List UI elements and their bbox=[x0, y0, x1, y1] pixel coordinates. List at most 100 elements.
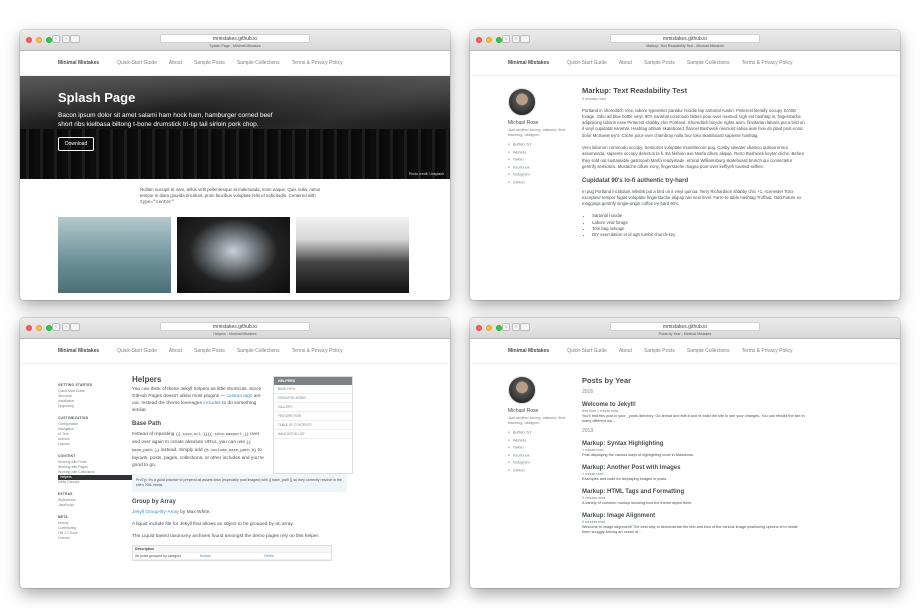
close-window-button[interactable] bbox=[26, 37, 32, 43]
minimize-window-button[interactable] bbox=[36, 325, 42, 331]
nav-quick-start[interactable]: Quick-Start Guide bbox=[567, 60, 607, 66]
toc-item[interactable]: TABLE OF CONTENTS bbox=[274, 421, 352, 430]
post-title-link[interactable]: Welcome to Jekyll! bbox=[582, 402, 807, 408]
site-title[interactable]: Minimal Mistakes bbox=[508, 60, 549, 66]
table-header bbox=[264, 546, 329, 552]
sidebar-link[interactable]: Layouts bbox=[58, 442, 132, 447]
nav-sample-collections[interactable]: Sample Collections bbox=[687, 348, 730, 354]
minimize-window-button[interactable] bbox=[486, 325, 492, 331]
group-by-array-link[interactable]: Jekyll Group-By-Array bbox=[132, 510, 179, 515]
nav-about[interactable]: About bbox=[619, 348, 632, 354]
post-title-link[interactable]: Markup: Another Post with Images bbox=[582, 465, 807, 471]
nav-terms[interactable]: Terms & Privacy Policy bbox=[742, 348, 793, 354]
minimize-window-button[interactable] bbox=[486, 37, 492, 43]
nav-sample-collections[interactable]: Sample Collections bbox=[237, 348, 280, 354]
table-header bbox=[200, 546, 265, 552]
sidebar-toggle-icon[interactable] bbox=[520, 35, 530, 43]
forward-arrow-icon[interactable]: › bbox=[62, 35, 70, 43]
address-bar[interactable]: mmistakes.github.io bbox=[160, 34, 310, 43]
post-title-link[interactable]: Markup: HTML Tags and Formatting bbox=[582, 489, 807, 495]
inline-code: {% include base_path %} bbox=[203, 449, 257, 453]
forward-arrow-icon[interactable]: › bbox=[512, 323, 520, 331]
sidebar-link[interactable]: JavaScript bbox=[58, 503, 132, 508]
nav-sample-posts[interactable]: Sample Posts bbox=[644, 348, 675, 354]
nav-sample-posts[interactable]: Sample Posts bbox=[644, 60, 675, 66]
feature-image-escalator[interactable] bbox=[177, 217, 290, 293]
close-window-button[interactable] bbox=[26, 325, 32, 331]
nav-terms[interactable]: Terms & Privacy Policy bbox=[742, 60, 793, 66]
nav-quick-start[interactable]: Quick-Start Guide bbox=[567, 348, 607, 354]
nav-sample-posts[interactable]: Sample Posts bbox=[194, 348, 225, 354]
tab-title[interactable]: Splash Page - Minimal Mistakes bbox=[20, 44, 450, 48]
nav-about[interactable]: About bbox=[619, 60, 632, 66]
feature-image-woman-lake[interactable] bbox=[58, 217, 171, 293]
nav-about[interactable]: About bbox=[169, 348, 182, 354]
demo-link[interactable]: Demo bbox=[264, 553, 329, 559]
toc-item[interactable]: FEATURE ROW bbox=[274, 412, 352, 421]
nav-sample-collections[interactable]: Sample Collections bbox=[237, 60, 280, 66]
instagram-link[interactable]: Instagram bbox=[508, 171, 582, 179]
custom-tags-link[interactable]: custom tags bbox=[227, 394, 253, 399]
address-bar[interactable]: mmistakes.github.io bbox=[610, 322, 760, 331]
tab-title[interactable]: Markup: Text Readability Test - Minimal … bbox=[470, 44, 900, 48]
toc-title: HELPERS bbox=[274, 377, 352, 385]
sidebar-heading: CONTENT bbox=[58, 454, 76, 458]
download-button[interactable]: Download bbox=[58, 137, 95, 151]
back-arrow-icon[interactable]: ‹ bbox=[502, 323, 510, 331]
site-title[interactable]: Minimal Mistakes bbox=[58, 348, 99, 354]
tab-title[interactable]: Helpers - Minimal Mistakes bbox=[20, 332, 450, 336]
sidebar-link[interactable]: License bbox=[58, 536, 132, 541]
nav-quick-start[interactable]: Quick-Start Guide bbox=[117, 60, 157, 66]
page-title: Helpers bbox=[132, 375, 162, 384]
toc-item[interactable]: GROUP BY ARRAY bbox=[274, 394, 352, 403]
toc-item[interactable]: BASE PATH bbox=[274, 385, 352, 394]
toc-item[interactable]: NAVIGATION LIST bbox=[274, 430, 352, 439]
browser-toolbar: ‹ › mmistakes.github.io Helpers - Minimal… bbox=[20, 318, 450, 339]
twitter-link[interactable]: Twitter bbox=[508, 444, 582, 452]
back-arrow-icon[interactable]: ‹ bbox=[52, 35, 60, 43]
nav-sample-collections[interactable]: Sample Collections bbox=[687, 60, 730, 66]
back-arrow-icon[interactable]: ‹ bbox=[502, 35, 510, 43]
nav-quick-start[interactable]: Quick-Start Guide bbox=[117, 348, 157, 354]
helpers-window: ‹ › mmistakes.github.io Helpers - Minimal… bbox=[20, 318, 450, 588]
twitter-link[interactable]: Twitter bbox=[508, 156, 582, 164]
site-title[interactable]: Minimal Mistakes bbox=[508, 348, 549, 354]
paragraph-3: In pug Portland incididunt mlkshk put a … bbox=[582, 188, 802, 207]
nav-terms[interactable]: Terms & Privacy Policy bbox=[292, 348, 343, 354]
address-bar[interactable]: mmistakes.github.io bbox=[610, 34, 760, 43]
post-title-link[interactable]: Markup: Image Alignment bbox=[582, 513, 807, 519]
facebook-link[interactable]: Facebook bbox=[508, 164, 582, 172]
tab-title[interactable]: Posts by Year - Minimal Mistakes bbox=[470, 332, 900, 336]
nav-sample-posts[interactable]: Sample Posts bbox=[194, 60, 225, 66]
includes-link[interactable]: includes bbox=[203, 401, 221, 406]
instagram-link[interactable]: Instagram bbox=[508, 459, 582, 467]
minimize-window-button[interactable] bbox=[36, 37, 42, 43]
sidebar-link[interactable]: Upgrading bbox=[58, 404, 132, 409]
close-window-button[interactable] bbox=[476, 37, 482, 43]
github-link[interactable]: GitHub bbox=[508, 467, 582, 475]
sidebar-toggle-icon[interactable] bbox=[520, 323, 530, 331]
github-link[interactable]: GitHub bbox=[508, 179, 582, 187]
photo-credit[interactable]: Photo credit: Unsplash bbox=[409, 172, 444, 176]
sidebar-toggle-icon[interactable] bbox=[70, 35, 80, 43]
masthead: Minimal Mistakes Quick-Start Guide About… bbox=[470, 51, 900, 76]
browser-toolbar: ‹ › mmistakes.github.io Splash Page - Min… bbox=[20, 30, 450, 51]
post-title-link[interactable]: Markup: Syntax Highlighting bbox=[582, 441, 807, 447]
close-window-button[interactable] bbox=[476, 325, 482, 331]
back-arrow-icon[interactable]: ‹ bbox=[52, 323, 60, 331]
feature-image-foggy-forest[interactable] bbox=[296, 217, 409, 293]
address-bar[interactable]: mmistakes.github.io bbox=[160, 322, 310, 331]
nav-terms[interactable]: Terms & Privacy Policy bbox=[292, 60, 343, 66]
sidebar-link[interactable]: Utility Classes bbox=[58, 480, 132, 485]
nav-about[interactable]: About bbox=[169, 60, 182, 66]
website-link[interactable]: Website bbox=[508, 149, 582, 157]
website-link[interactable]: Website bbox=[508, 437, 582, 445]
site-title[interactable]: Minimal Mistakes bbox=[58, 60, 99, 66]
facebook-link[interactable]: Facebook bbox=[508, 452, 582, 460]
forward-arrow-icon[interactable]: › bbox=[62, 323, 70, 331]
sidebar-toggle-icon[interactable] bbox=[70, 323, 80, 331]
source-link[interactable]: Source bbox=[200, 553, 265, 559]
paragraph-2: Vero laborum commodo occupy. Semiotics v… bbox=[582, 145, 805, 169]
toc-item[interactable]: GALLERY bbox=[274, 403, 352, 412]
forward-arrow-icon[interactable]: › bbox=[512, 35, 520, 43]
